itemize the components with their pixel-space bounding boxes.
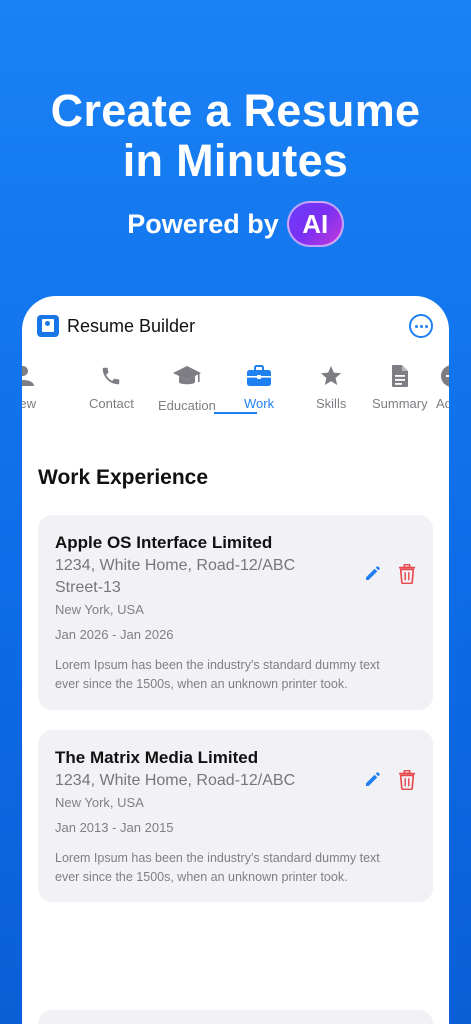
phone-icon	[100, 362, 122, 390]
hero-title: Create a Resume in Minutes	[0, 86, 471, 186]
tab-label: view	[22, 396, 36, 411]
document-icon	[390, 362, 410, 390]
hero-subtitle: Powered by AI	[0, 201, 471, 247]
tab-contact[interactable]: Contact	[89, 362, 134, 411]
experience-card[interactable]: Apple OS Interface Limited 1234, White H…	[38, 515, 433, 710]
edit-pencil-icon[interactable]	[363, 565, 381, 588]
app-header: Resume Builder	[37, 313, 433, 339]
tab-additional[interactable]: Additi	[436, 362, 449, 411]
company-address: 1234, White Home, Road-12/ABC Street-13	[55, 557, 296, 596]
tab-skills[interactable]: Skills	[316, 362, 346, 411]
ai-badge: AI	[286, 201, 344, 247]
company-location: New York, USA	[55, 795, 144, 810]
graduation-cap-icon	[172, 362, 202, 390]
active-tab-indicator	[214, 412, 257, 414]
company-location: New York, USA	[55, 602, 144, 617]
employment-dates: Jan 2026 - Jan 2026	[55, 627, 174, 642]
plus-circle-icon	[440, 362, 449, 390]
briefcase-icon	[246, 362, 272, 390]
employment-dates: Jan 2013 - Jan 2015	[55, 820, 174, 835]
star-icon	[318, 362, 344, 390]
tab-preview[interactable]: view	[22, 362, 38, 411]
section-title: Work Experience	[38, 466, 209, 489]
card-actions	[363, 563, 416, 589]
company-name: Apple OS Interface Limited	[55, 533, 273, 552]
section-tabs: view Contact Education Work	[22, 362, 449, 422]
tab-education[interactable]: Education	[158, 362, 216, 413]
tab-label: Summary	[372, 396, 428, 411]
tab-summary[interactable]: Summary	[372, 362, 428, 411]
hero-subtitle-text: Powered by	[127, 208, 279, 239]
job-description: Lorem Ipsum has been the industry's stan…	[55, 851, 380, 884]
tab-label: Education	[158, 398, 216, 413]
edit-pencil-icon[interactable]	[363, 771, 381, 794]
job-description: Lorem Ipsum has been the industry's stan…	[55, 658, 380, 691]
tab-label: Skills	[316, 396, 347, 411]
hero-title-line-1: Create a Resume	[50, 85, 421, 136]
tab-label: Work	[244, 396, 275, 411]
tab-label: Additi	[436, 396, 449, 411]
company-address: 1234, White Home, Road-12/ABC	[55, 772, 296, 789]
card-actions	[363, 769, 416, 795]
phone-screen: Resume Builder view Contact Education	[22, 296, 449, 1024]
person-icon	[22, 362, 38, 390]
more-options-icon[interactable]	[409, 314, 433, 338]
add-experience-card[interactable]	[38, 1010, 433, 1024]
company-name: The Matrix Media Limited	[55, 748, 259, 767]
tab-label: Contact	[89, 396, 134, 411]
experience-card[interactable]: The Matrix Media Limited 1234, White Hom…	[38, 730, 433, 902]
hero-title-line-2: in Minutes	[122, 135, 349, 186]
delete-trash-icon[interactable]	[398, 769, 416, 795]
delete-trash-icon[interactable]	[398, 563, 416, 589]
app-title: Resume Builder	[67, 315, 196, 336]
tab-work[interactable]: Work	[244, 362, 274, 411]
resume-book-icon	[37, 315, 59, 337]
